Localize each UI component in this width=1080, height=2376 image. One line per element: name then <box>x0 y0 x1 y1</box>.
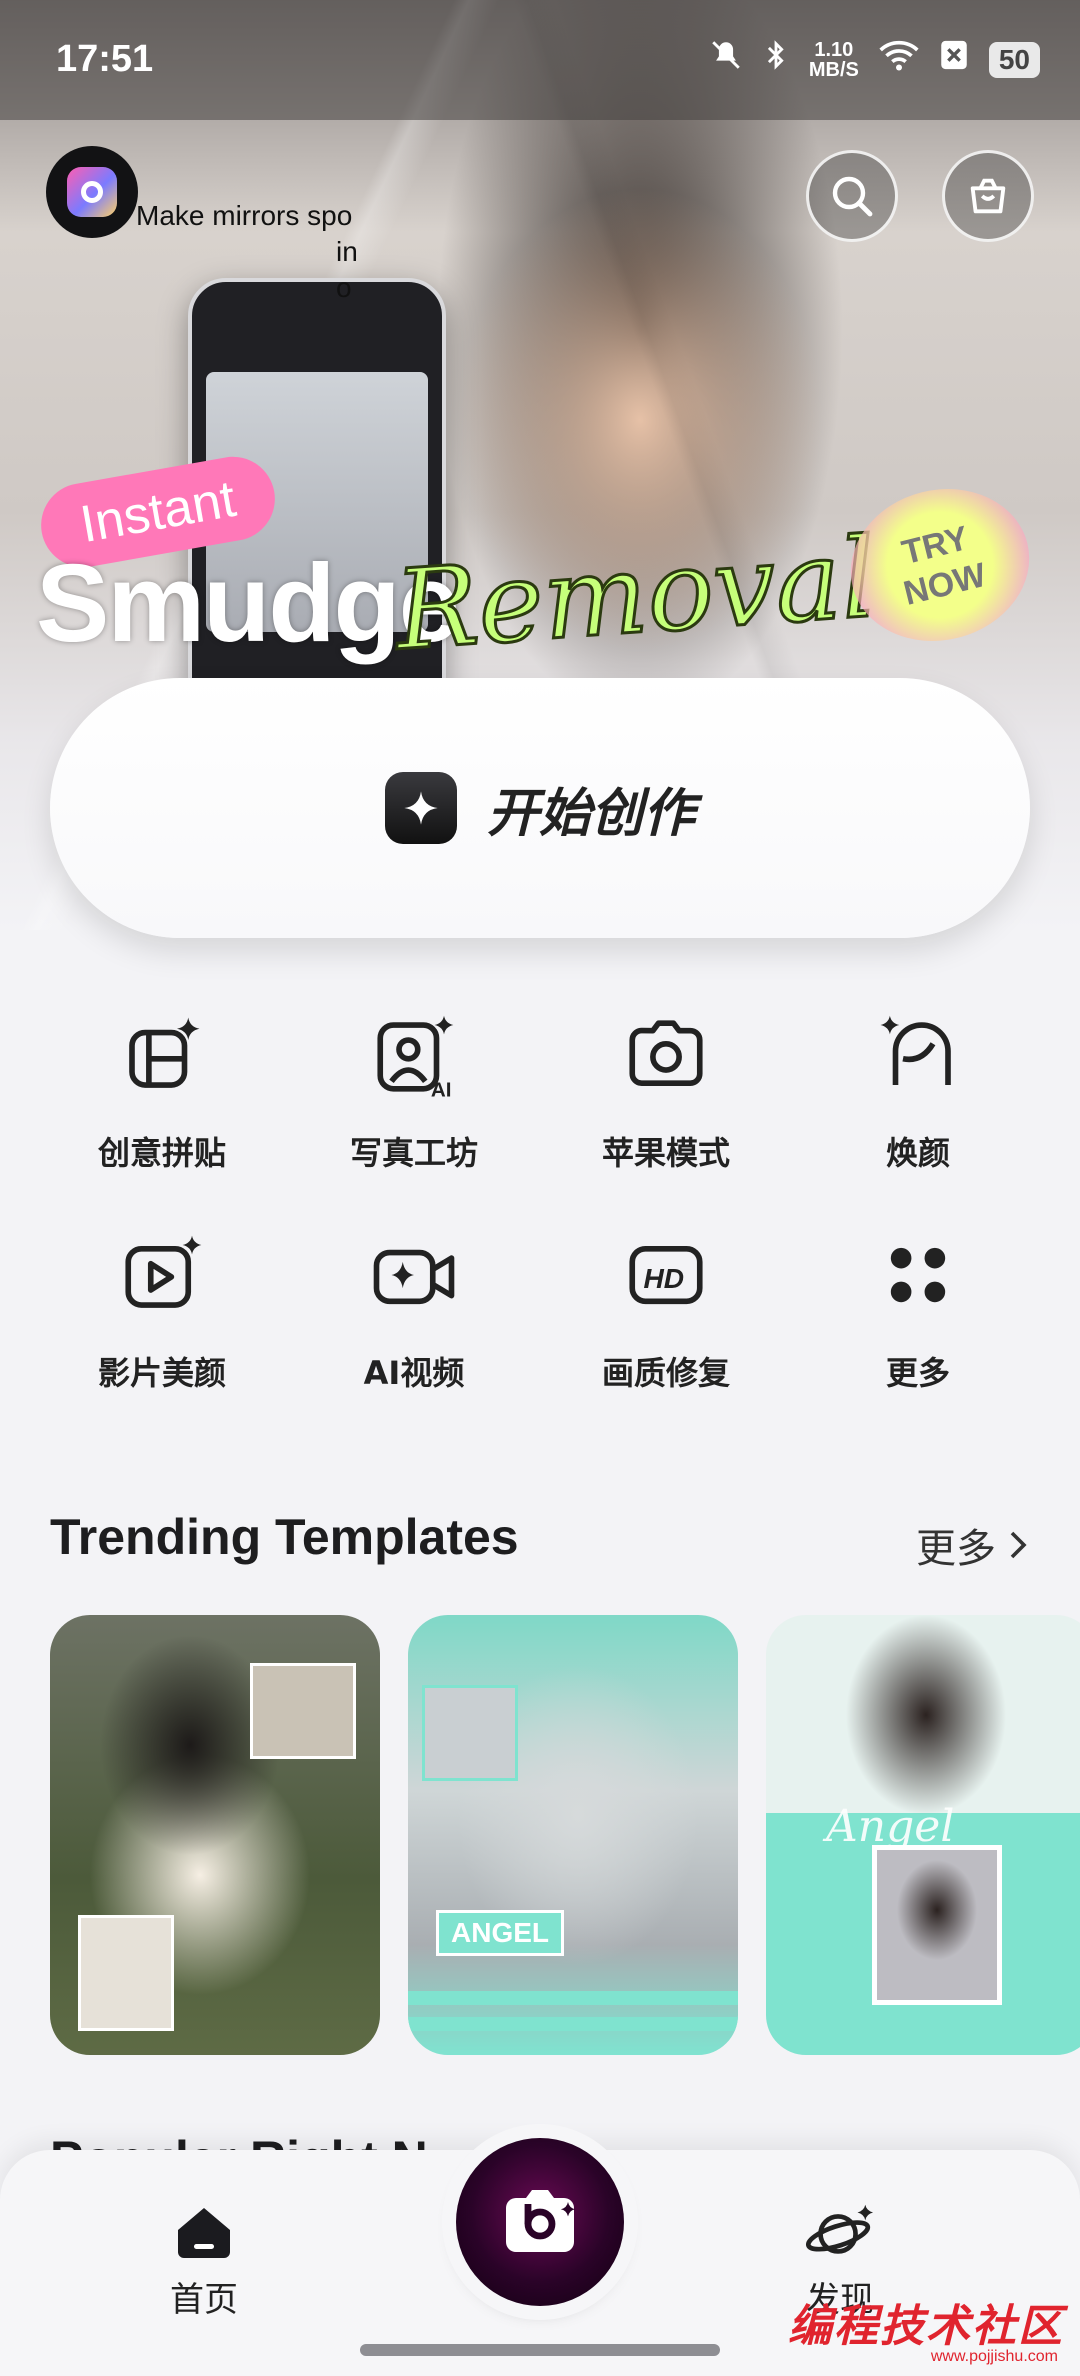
shopping-bag-icon <box>970 178 1006 214</box>
feature-ai-portrait[interactable]: AI 写真工坊 <box>288 1010 540 1174</box>
camera-icon <box>629 1020 703 1086</box>
svg-text:AI: AI <box>431 1078 452 1100</box>
face-retouch-icon <box>880 1015 951 1085</box>
feature-hd-restore[interactable]: HD 画质修复 <box>540 1230 792 1394</box>
svg-text:HD: HD <box>644 1263 685 1294</box>
card-stripe <box>408 2017 738 2031</box>
feature-label: 画质修复 <box>601 1354 730 1392</box>
card-inset-photo <box>422 1685 518 1781</box>
card-tag: ANGEL <box>436 1910 564 1956</box>
ai-portrait-icon: AI <box>377 1015 454 1100</box>
feature-grid: 创意拼贴 AI 写真工坊 苹果模式 焕颜 影片美颜 AI视频 HD 画质修复 更… <box>0 1010 1080 1394</box>
start-create-button[interactable]: 开始创作 <box>50 678 1030 938</box>
watermark-url: www.pojjishu.com <box>930 2348 1058 2365</box>
mute-icon <box>709 38 743 81</box>
card-inset-photo <box>872 1845 1002 2005</box>
battery-icon: 50 <box>988 41 1040 78</box>
sparkle-icon <box>384 772 457 844</box>
trending-carousel[interactable]: ANGEL Angel <box>50 1615 1080 2055</box>
watermark-logo: 编程技术社区 <box>788 2301 1064 2352</box>
template-card[interactable]: ANGEL <box>408 1615 738 2055</box>
home-indicator[interactable] <box>360 2344 720 2356</box>
feature-label: 焕颜 <box>885 1134 950 1172</box>
feature-label: 更多 <box>885 1354 950 1392</box>
sim-off-icon <box>939 38 969 81</box>
start-create-label: 开始创作 <box>486 783 695 844</box>
feature-label: 影片美颜 <box>97 1354 226 1392</box>
feature-label: AI视频 <box>363 1354 465 1392</box>
feature-label: 写真工坊 <box>349 1134 478 1172</box>
more-dots-icon <box>890 1247 946 1303</box>
collage-icon <box>129 1017 200 1088</box>
feature-label: 创意拼贴 <box>97 1134 226 1172</box>
template-card[interactable] <box>50 1615 380 2055</box>
trending-title: Trending Templates <box>50 1509 519 1565</box>
search-button[interactable] <box>806 150 898 242</box>
app-logo-mark <box>67 167 117 217</box>
status-time: 17:51 <box>56 38 154 80</box>
nav-home[interactable]: 首页 <box>170 2202 238 2321</box>
bluetooth-icon <box>763 38 789 81</box>
search-icon <box>832 176 873 217</box>
video-beauty-icon <box>125 1235 202 1308</box>
banner-tagline-line1: Make mirrors spo <box>136 200 353 231</box>
hd-icon: HD <box>629 1245 703 1305</box>
card-sticker-photo <box>250 1663 356 1759</box>
trending-more-label: 更多 <box>916 1526 996 1572</box>
home-icon <box>178 2208 230 2258</box>
feature-video-beauty[interactable]: 影片美颜 <box>36 1230 288 1394</box>
ai-video-icon <box>373 1249 455 1305</box>
card-inset-photo <box>78 1915 174 2031</box>
camera-fab[interactable] <box>456 2138 624 2306</box>
banner-tagline-line2: in o <box>336 236 358 303</box>
feature-label: 苹果模式 <box>601 1134 730 1172</box>
feature-apple-mode[interactable]: 苹果模式 <box>540 1010 792 1174</box>
planet-icon <box>805 2204 874 2254</box>
nav-home-label: 首页 <box>170 2280 238 2320</box>
trending-more-link[interactable]: 更多 <box>916 1516 1030 1574</box>
feature-face-retouch[interactable]: 焕颜 <box>792 1010 1044 1174</box>
app-logo[interactable] <box>46 146 138 238</box>
net-speed: 1.10 MB/S <box>809 40 859 80</box>
net-speed-value: 1.10 <box>814 38 854 61</box>
feature-collage[interactable]: 创意拼贴 <box>36 1010 288 1174</box>
card-stripe <box>408 1991 738 2005</box>
feature-more[interactable]: 更多 <box>792 1230 1044 1394</box>
wifi-icon <box>879 38 919 81</box>
chevron-right-icon <box>1010 1531 1027 1559</box>
feature-ai-video[interactable]: AI视频 <box>288 1230 540 1394</box>
net-speed-unit: MB/S <box>808 58 859 81</box>
status-icons: 1.10 MB/S 50 <box>709 38 1040 81</box>
shop-button[interactable] <box>942 150 1034 242</box>
banner-tagline: Make mirrors spo in o <box>136 198 366 306</box>
template-card[interactable]: Angel <box>766 1615 1080 2055</box>
camera-plus-icon <box>506 2190 576 2252</box>
status-bar: 17:51 1.10 MB/S 50 <box>0 0 1080 120</box>
